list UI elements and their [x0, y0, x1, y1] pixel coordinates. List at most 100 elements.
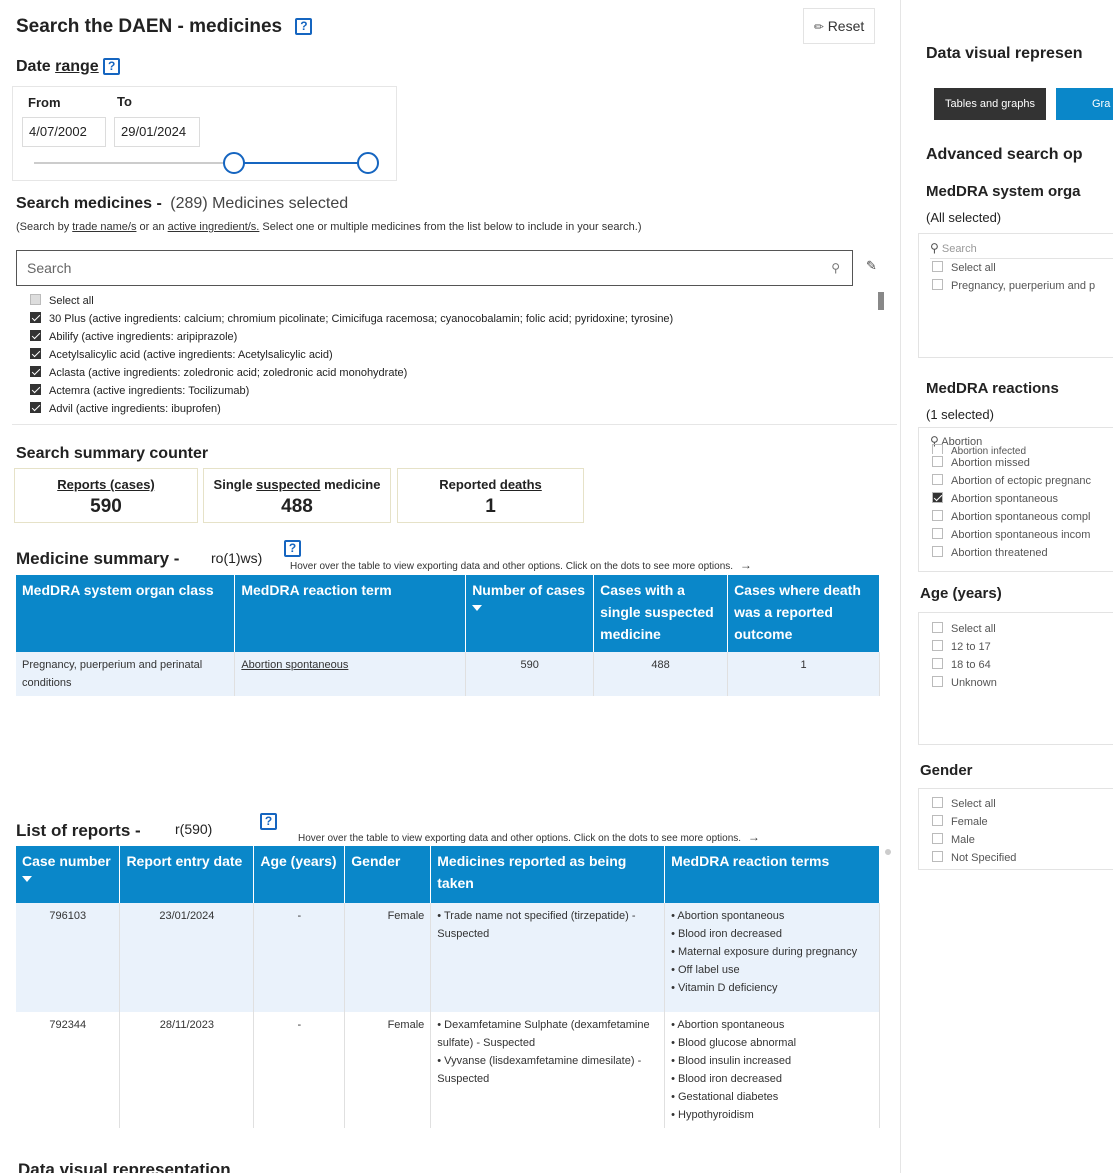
to-date-input[interactable]: 29/01/2024 [114, 117, 200, 147]
column-header[interactable]: Gender [344, 846, 432, 903]
checkbox-checked[interactable] [30, 330, 41, 341]
sort-down-icon[interactable] [472, 605, 483, 611]
date-slider-start-handle[interactable] [223, 152, 245, 174]
list-item[interactable]: Select all [932, 620, 1113, 638]
checkbox[interactable] [932, 528, 943, 539]
list-item[interactable]: 30 Plus (active ingredients: calcium; ch… [30, 310, 870, 328]
table-cell: Female [344, 903, 432, 1012]
column-header[interactable]: MedDRA reaction terms [664, 846, 880, 903]
column-header[interactable]: Medicines reported as being taken [430, 846, 666, 903]
table-cell: • Dexamfetamine Sulphate (dexamfetamine … [430, 1012, 666, 1128]
checkbox-checked[interactable] [30, 402, 41, 413]
list-item[interactable]: Aclasta (active ingredients: zoledronic … [30, 364, 870, 382]
note-text: Select one or multiple medicines from th… [259, 221, 642, 233]
checkbox-checked[interactable] [30, 348, 41, 359]
list-item[interactable]: Female [932, 813, 1113, 831]
list-item[interactable]: Acetylsalicylic acid (active ingredients… [30, 346, 870, 364]
trade-name-link[interactable]: trade name/s [72, 221, 136, 233]
table-cell: Abortion spontaneous [234, 652, 467, 696]
scrollbar-thumb[interactable] [878, 292, 884, 310]
reaction-link[interactable]: Abortion spontaneous [241, 659, 348, 671]
column-header[interactable]: Number of cases [465, 575, 595, 652]
list-item[interactable]: Male [932, 831, 1113, 849]
medicine-search-input[interactable]: Search ⚲ [16, 250, 853, 286]
list-item[interactable]: Abilify (active ingredients: aripiprazol… [30, 328, 870, 346]
list-item[interactable]: Abortion missed [932, 454, 1113, 472]
list-item[interactable]: 18 to 64 [932, 656, 1113, 674]
list-item[interactable]: Abortion infected [932, 444, 1113, 454]
date-slider-end-handle[interactable] [357, 152, 379, 174]
list-item[interactable]: Select all [932, 795, 1113, 813]
list-item[interactable]: Abortion of ectopic pregnanc [932, 472, 1113, 490]
list-item[interactable]: Abortion spontaneous incom [932, 526, 1113, 544]
checkbox[interactable] [932, 833, 943, 844]
checkbox[interactable] [932, 546, 943, 557]
from-date-input[interactable]: 4/07/2002 [22, 117, 106, 147]
list-item[interactable]: Unknown [932, 674, 1113, 692]
reset-button[interactable]: ✏ Reset [803, 8, 875, 44]
checkbox[interactable] [932, 851, 943, 862]
checkbox-checked[interactable] [30, 384, 41, 395]
reaction-entry: • Maternal exposure during pregnancy [671, 946, 858, 958]
checkbox[interactable] [932, 640, 943, 651]
reactions-list: Abortion infected Abortion missed Aborti… [932, 444, 1113, 562]
list-item-label: Abortion missed [951, 457, 1030, 469]
list-item[interactable]: Actemra (active ingredients: Tocilizumab… [30, 382, 870, 400]
list-item[interactable]: Abortion spontaneous compl [932, 508, 1113, 526]
checkbox[interactable] [932, 261, 943, 272]
checkbox[interactable] [932, 797, 943, 808]
checkbox-checked[interactable] [30, 312, 41, 323]
date-range-link[interactable]: range [55, 58, 99, 75]
column-header[interactable]: Age (years) [253, 846, 346, 903]
list-item[interactable]: Select all [932, 259, 1113, 277]
list-item[interactable]: Pregnancy, puerperium and p [932, 277, 1113, 295]
list-item[interactable]: Abortion threatened [932, 544, 1113, 562]
tables-graphs-button[interactable]: Tables and graphs [934, 88, 1046, 120]
column-header[interactable]: Report entry date [119, 846, 255, 903]
table-row[interactable]: Pregnancy, puerperium and perinatal cond… [16, 652, 880, 696]
help-icon[interactable]: ? [103, 58, 121, 76]
list-item[interactable]: Select all [30, 292, 870, 310]
help-icon[interactable]: ? [284, 540, 301, 557]
help-icon[interactable]: ? [295, 18, 313, 36]
soc-selected-count: (All selected) [926, 210, 1002, 225]
table-row[interactable]: 792344 28/11/2023 - Female • Dexamfetami… [16, 1012, 880, 1128]
column-header[interactable]: MedDRA reaction term [234, 575, 467, 652]
sort-down-icon[interactable] [22, 876, 32, 882]
graphs-button[interactable]: Gra [1056, 88, 1113, 120]
list-item[interactable]: Advil (active ingredients: ibuprofen) [30, 400, 870, 418]
summary-counter-title: Search summary counter [16, 445, 209, 462]
checkbox-checked[interactable] [30, 366, 41, 377]
list-item[interactable]: Abortion spontaneous [932, 490, 1113, 508]
checkbox[interactable] [932, 510, 943, 521]
help-icon[interactable]: ? [260, 813, 277, 830]
table-row[interactable]: 796103 23/01/2024 - Female • Trade name … [16, 903, 880, 1012]
reaction-entry: • Abortion spontaneous [671, 1019, 785, 1031]
soc-search-input[interactable]: ⚲ Search [930, 239, 1113, 259]
active-ingredient-link[interactable]: active ingredient/s. [168, 221, 260, 233]
reports-label[interactable]: Reports (cases) [15, 477, 197, 492]
list-item[interactable]: 12 to 17 [932, 638, 1113, 656]
column-header[interactable]: Case number [16, 846, 121, 903]
list-item-label: Acetylsalicylic acid (active ingredients… [49, 349, 333, 361]
column-header[interactable]: MedDRA system organ class [16, 575, 236, 652]
scroll-indicator[interactable] [885, 849, 891, 855]
checkbox[interactable] [932, 815, 943, 826]
column-header[interactable]: Cases where death was a reported outcome [727, 575, 880, 652]
list-of-reports-title: List of reports - [16, 821, 141, 840]
checkbox-checked[interactable] [932, 492, 943, 503]
list-item[interactable]: Not Specified [932, 849, 1113, 867]
checkbox[interactable] [932, 622, 943, 633]
checkbox[interactable] [932, 456, 943, 467]
checkbox[interactable] [932, 676, 943, 687]
deaths-link[interactable]: deaths [500, 477, 542, 492]
search-medicines-title: Search medicines - (289) Medicines selec… [16, 195, 348, 213]
eraser-icon[interactable]: ✎ [866, 258, 877, 274]
checkbox[interactable] [932, 444, 943, 454]
checkbox[interactable] [932, 658, 943, 669]
checkbox[interactable] [932, 279, 943, 290]
column-header[interactable]: Cases with a single suspected medicine [593, 575, 729, 652]
checkbox[interactable] [932, 474, 943, 485]
checkbox-partial[interactable] [30, 294, 41, 305]
suspected-link[interactable]: suspected [256, 477, 320, 492]
